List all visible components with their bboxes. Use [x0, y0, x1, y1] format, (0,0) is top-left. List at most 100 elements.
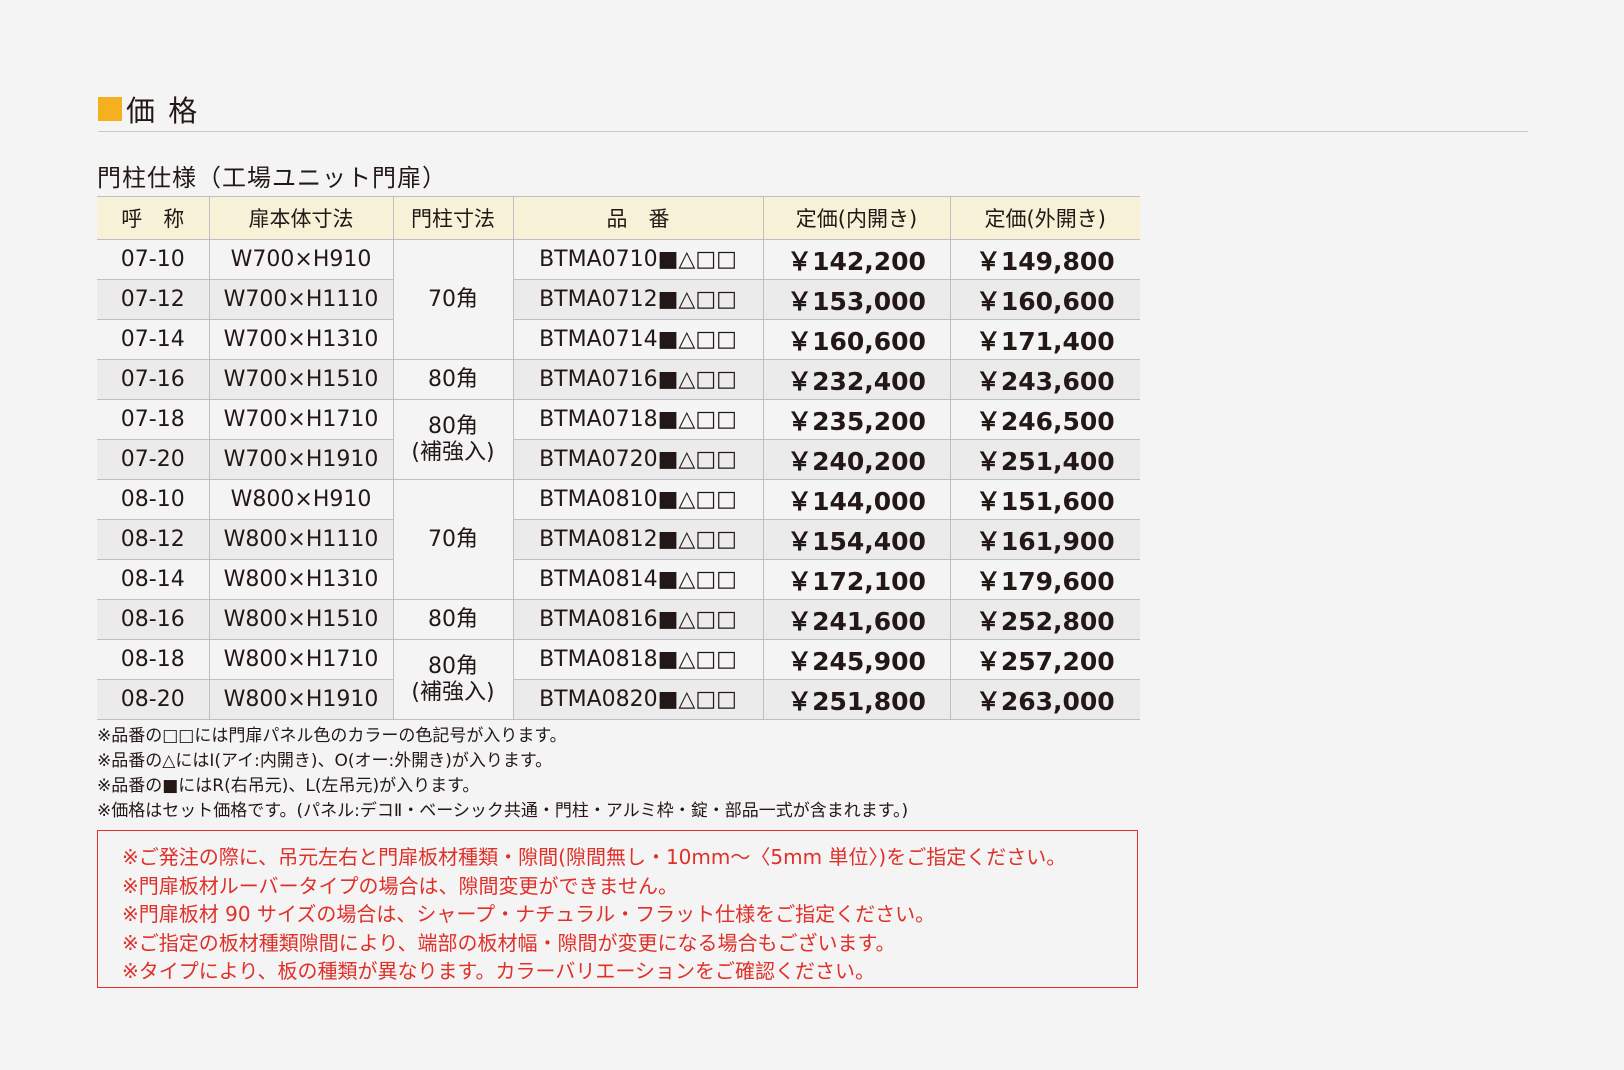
column-header-post-size: 門柱寸法 [393, 196, 514, 240]
cell-name: 08-18 [97, 639, 210, 680]
cell-price-outer: ￥243,600 [950, 359, 1140, 400]
post-size-label: 80角 [428, 606, 478, 632]
table-row: 07-12 W700×H1110 BTMA0712■△□□ ￥153,000 ￥160,… [97, 279, 1140, 320]
cell-product-code: BTMA0818■△□□ [513, 639, 764, 680]
warning-line: ※門扉板材ルーバータイプの場合は、隙間変更ができません。 [122, 873, 678, 898]
column-header-price-outer: 定価(外開き) [950, 196, 1140, 240]
post-size-label: 80角 [428, 413, 478, 439]
table-row: 07-16 W700×H1510 80角 BTMA0716■△□□ ￥232,400 ￥2… [97, 359, 1140, 400]
cell-price-outer: ￥252,800 [950, 599, 1140, 640]
note-line: ※品番の□□には門扉パネル色のカラーの色記号が入ります。 [97, 726, 567, 746]
cell-post-size: 80角 [393, 359, 514, 400]
cell-door-size: W800×H1310 [209, 559, 394, 600]
post-size-note: (補強入) [411, 439, 495, 465]
order-warning-box: ※ご発注の際に、吊元左右と門扉板材種類・隙間(隙間無し・10mm〜〈5mm 単位… [97, 830, 1138, 988]
cell-product-code: BTMA0716■△□□ [513, 359, 764, 400]
table-row: 07-10 W700×H910 70角 BTMA0710■△□□ ￥142,200 ￥14… [97, 239, 1140, 360]
cell-price-inner: ￥154,400 [763, 519, 951, 560]
cell-name: 08-16 [97, 599, 210, 640]
page-title-text: 価 格 [126, 94, 200, 128]
cell-price-inner: ￥251,800 [763, 679, 951, 720]
cell-price-inner: ￥172,100 [763, 559, 951, 600]
cell-price-outer: ￥160,600 [950, 279, 1140, 320]
cell-door-size: W700×H910 [209, 239, 394, 280]
cell-door-size: W800×H910 [209, 479, 394, 520]
cell-product-code: BTMA0814■△□□ [513, 559, 764, 600]
cell-price-inner: ￥245,900 [763, 639, 951, 680]
post-size-label: 80角 [428, 366, 478, 392]
cell-name: 07-16 [97, 359, 210, 400]
section-subtitle: 門柱仕様（工場ユニット門扉） [97, 164, 447, 192]
page-title: 価 格 [98, 88, 199, 130]
table-row: 07-18 W700×H1710 80角 (補強入) BTMA0718■△□□ ￥235,… [97, 399, 1140, 480]
cell-name: 07-10 [97, 239, 210, 280]
cell-price-inner: ￥235,200 [763, 399, 951, 440]
cell-door-size: W700×H1110 [209, 279, 394, 320]
table-row: 08-16 W800×H1510 80角 BTMA0816■△□□ ￥241,600 ￥2… [97, 599, 1140, 640]
cell-price-inner: ￥153,000 [763, 279, 951, 320]
table-row: 07-14 W700×H1310 BTMA0714■△□□ ￥160,600 ￥171,… [97, 319, 1140, 360]
post-size-note: (補強入) [411, 679, 495, 705]
cell-price-outer: ￥251,400 [950, 439, 1140, 480]
cell-name: 08-20 [97, 679, 210, 720]
post-size-label: 70角 [428, 526, 478, 552]
cell-product-code: BTMA0720■△□□ [513, 439, 764, 480]
warning-line: ※タイプにより、板の種類が異なります。カラーバリエーションをご確認ください。 [122, 959, 875, 983]
cell-price-outer: ￥246,500 [950, 399, 1140, 440]
cell-post-size: 80角 (補強入) [393, 639, 514, 720]
cell-price-outer: ￥257,200 [950, 639, 1140, 680]
price-table: 呼 称 扉本体寸法 門柱寸法 品 番 定価(内開き) 定価(外開き) 07-10… [97, 196, 1140, 720]
cell-door-size: W800×H1910 [209, 679, 394, 720]
title-divider [98, 131, 1528, 132]
cell-price-outer: ￥171,400 [950, 319, 1140, 360]
cell-door-size: W700×H1710 [209, 399, 394, 440]
cell-price-outer: ￥179,600 [950, 559, 1140, 600]
post-size-label: 80角 [428, 653, 478, 679]
cell-post-size: 80角 (補強入) [393, 399, 514, 480]
post-size-label: 70角 [428, 286, 478, 312]
cell-post-size: 70角 [393, 239, 514, 360]
cell-door-size: W700×H1310 [209, 319, 394, 360]
price-table-body: 07-10 W700×H910 70角 BTMA0710■△□□ ￥142,200 ￥14… [97, 239, 1140, 720]
title-square-icon [98, 97, 122, 121]
note-line: ※価格はセット価格です。(パネル:デコⅡ・ベーシック共通・門柱・アルミ枠・錠・部… [97, 801, 909, 821]
cell-name: 08-12 [97, 519, 210, 560]
cell-price-inner: ￥240,200 [763, 439, 951, 480]
cell-name: 07-18 [97, 399, 210, 440]
warning-line: ※門扉板材 90 サイズの場合は、シャープ・ナチュラル・フラット仕様をご指定くだ… [122, 902, 936, 926]
column-header-door-size: 扉本体寸法 [209, 196, 394, 240]
table-row: 08-12 W800×H1110 BTMA0812■△□□ ￥154,400 ￥161,… [97, 519, 1140, 560]
notes: ※品番の□□には門扉パネル色のカラーの色記号が入ります。 ※品番の△にはI(アイ… [97, 724, 908, 824]
cell-door-size: W700×H1910 [209, 439, 394, 480]
table-row: 07-20 W700×H1910 BTMA0720■△□□ ￥240,200 ￥251,… [97, 439, 1140, 480]
cell-product-code: BTMA0810■△□□ [513, 479, 764, 520]
table-row: 08-20 W800×H1910 BTMA0820■△□□ ￥251,800 ￥263,… [97, 679, 1140, 720]
cell-product-code: BTMA0812■△□□ [513, 519, 764, 560]
cell-name: 07-14 [97, 319, 210, 360]
cell-price-outer: ￥263,000 [950, 679, 1140, 720]
table-header-row: 呼 称 扉本体寸法 門柱寸法 品 番 定価(内開き) 定価(外開き) [97, 196, 1140, 240]
table-row: 08-18 W800×H1710 80角 (補強入) BTMA0818■△□□ ￥245,… [97, 639, 1140, 720]
cell-door-size: W800×H1710 [209, 639, 394, 680]
warning-line: ※ご発注の際に、吊元左右と門扉板材種類・隙間(隙間無し・10mm〜〈5mm 単位… [122, 845, 1067, 869]
cell-name: 07-20 [97, 439, 210, 480]
column-header-product-code: 品 番 [513, 196, 764, 240]
cell-price-inner: ￥241,600 [763, 599, 951, 640]
warning-line: ※ご指定の板材種類隙間により、端部の板材幅・隙間が変更になる場合もございます。 [122, 930, 896, 955]
cell-product-code: BTMA0712■△□□ [513, 279, 764, 320]
cell-post-size: 70角 [393, 479, 514, 600]
cell-product-code: BTMA0820■△□□ [513, 679, 764, 720]
cell-price-inner: ￥142,200 [763, 239, 951, 280]
cell-name: 07-12 [97, 279, 210, 320]
cell-price-outer: ￥161,900 [950, 519, 1140, 560]
cell-product-code: BTMA0718■△□□ [513, 399, 764, 440]
column-header-name: 呼 称 [97, 196, 210, 240]
note-line: ※品番の△にはI(アイ:内開き)、O(オー:外開き)が入ります。 [97, 751, 553, 771]
cell-price-inner: ￥144,000 [763, 479, 951, 520]
cell-name: 08-14 [97, 559, 210, 600]
cell-door-size: W800×H1110 [209, 519, 394, 560]
cell-post-size: 80角 [393, 599, 514, 640]
note-line: ※品番の■にはR(右吊元)、L(左吊元)が入ります。 [97, 776, 480, 796]
cell-price-inner: ￥232,400 [763, 359, 951, 400]
cell-door-size: W700×H1510 [209, 359, 394, 400]
